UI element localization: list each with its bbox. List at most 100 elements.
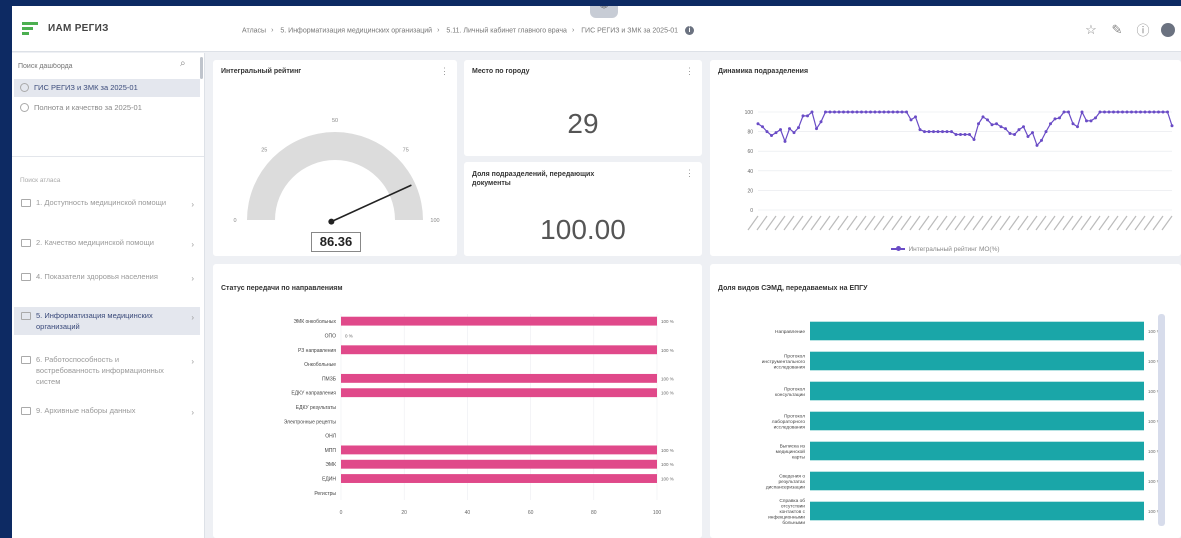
legend-marker-icon: [891, 246, 906, 252]
x-tick-label: [1071, 215, 1083, 231]
atlas-item[interactable]: 1. Доступность медицинской помощи ›: [14, 194, 200, 211]
chart-scrollbar[interactable]: [1158, 314, 1165, 526]
series-point: [869, 110, 872, 114]
more-menu-icon[interactable]: ⋮: [685, 168, 694, 179]
series-point: [986, 118, 989, 122]
atlas-item[interactable]: 9. Архивные наборы данных ›: [14, 402, 200, 419]
series-point: [878, 110, 881, 114]
x-tick-label: [1026, 215, 1038, 231]
series-point: [950, 130, 953, 134]
category-label: Справка об: [779, 498, 805, 504]
series-point: [1089, 119, 1093, 123]
y-tick-label: 60: [747, 149, 753, 155]
breadcrumb-item[interactable]: 5.11. Личный кабинет главного врача: [446, 27, 567, 34]
data-label: 100 %: [661, 477, 674, 482]
breadcrumb-item[interactable]: Атласы: [242, 27, 266, 34]
more-menu-icon[interactable]: ⋮: [685, 66, 694, 77]
series-point: [837, 110, 841, 114]
series-point: [1013, 133, 1016, 137]
share-units-card: Доля подразделений, передающих документы…: [464, 162, 702, 256]
series-point: [1040, 138, 1043, 142]
bar: [341, 373, 657, 383]
legend-label: Интегральный рейтинг МО(%): [908, 246, 1000, 253]
integral-rating-card: Интегральный рейтинг ⋮ 0 25 50 75 100 86.36: [213, 60, 457, 256]
x-tick-label: [855, 215, 867, 231]
search-icon[interactable]: ⌕: [180, 58, 186, 69]
category-label: контактов с: [779, 510, 805, 515]
folder-icon: [21, 239, 31, 247]
bar: [341, 316, 657, 326]
series-point: [824, 110, 827, 114]
pin-icon[interactable]: ✎: [1109, 22, 1125, 38]
favorite-star-icon[interactable]: ☆: [1083, 22, 1099, 38]
series-point: [1008, 132, 1012, 136]
series-point: [783, 139, 787, 143]
breadcrumb-separator-icon: ›: [437, 27, 440, 35]
header-actions: ☆ ✎ ⓘ: [1083, 20, 1175, 39]
series-point: [1085, 119, 1088, 123]
dashboard-item[interactable]: Полнота и качество за 2025-01: [14, 99, 200, 117]
series-point: [855, 110, 859, 114]
series-point: [1062, 110, 1066, 114]
bar: [341, 474, 657, 483]
atlas-item-label: 9. Архивные наборы данных: [36, 406, 136, 415]
atlas-item-label: 6. Работоспособность и востребованность …: [36, 355, 164, 386]
atlas-item[interactable]: 4. Показатели здоровья населения ›: [14, 268, 200, 285]
atlas-item-label: 1. Доступность медицинской помощи: [36, 198, 167, 207]
x-tick-label: [1143, 215, 1155, 231]
atlas-search-label[interactable]: Поиск атласа: [20, 177, 60, 184]
atlas-item[interactable]: 6. Работоспособность и востребованность …: [14, 351, 200, 390]
collapse-header-chevron-icon[interactable]: ︾: [590, 6, 618, 18]
bar: [810, 441, 1144, 461]
category-label: лабораторного: [772, 419, 806, 425]
gauge-tick-label: 100: [430, 218, 439, 224]
series-point: [945, 130, 949, 134]
series-point: [882, 110, 886, 114]
series-point: [851, 110, 854, 114]
x-tick-label: 100: [653, 510, 662, 516]
logo-icon[interactable]: [22, 22, 38, 36]
x-tick-label: [990, 215, 1002, 231]
help-icon[interactable]: ⓘ: [1135, 20, 1151, 39]
gauge-chart: 0 25 50 75 100: [233, 118, 440, 225]
series-point: [774, 131, 778, 135]
x-tick-label: 20: [401, 510, 407, 516]
info-icon[interactable]: i: [685, 26, 695, 35]
atlas-item[interactable]: 5. Информатизация медицинских организаци…: [14, 307, 200, 335]
atlas-item[interactable]: 2. Качество медицинской помощи ›: [14, 234, 200, 251]
dashboard-item[interactable]: ГИС РЕГИЗ и ЗМК за 2025-01: [14, 79, 200, 97]
y-tick-label: 40: [747, 169, 753, 175]
sidebar-scrollbar[interactable]: [200, 57, 203, 79]
series-point: [779, 128, 782, 132]
category-label: Направление: [775, 329, 805, 335]
series-point: [1139, 110, 1142, 114]
x-tick-label: [936, 215, 948, 231]
chart-legend[interactable]: Интегральный рейтинг МО(%): [710, 246, 1181, 253]
y-tick-label: 100: [745, 110, 754, 116]
app-title[interactable]: ИАМ РЕГИЗ: [48, 23, 109, 34]
status-bar-chart: 0 20 40 60 80 100 ЭМК онкобольных 100 % ОПО 0 % РЗ…: [284, 314, 674, 516]
series-point: [761, 125, 764, 129]
series-point: [1166, 110, 1169, 114]
series-point: [909, 118, 913, 122]
breadcrumb-item[interactable]: 5. Информатизация медицинских организаци…: [280, 27, 432, 34]
dashboard-search-input[interactable]: [18, 59, 196, 73]
atlas-item-label: 5. Информатизация медицинских организаци…: [36, 311, 153, 331]
series-point: [1107, 110, 1111, 114]
x-tick-label: [756, 215, 768, 231]
series-point: [923, 130, 926, 134]
avatar[interactable]: [1161, 22, 1175, 37]
x-tick-label: [1134, 215, 1146, 231]
series-point: [1143, 110, 1147, 114]
semd-card: Доля видов СЭМД, передаваемых на ЕПГУ На…: [710, 264, 1181, 538]
series-point: [1004, 127, 1007, 131]
x-tick-label: [1152, 215, 1164, 231]
series-point: [1121, 110, 1124, 114]
top-header: ИАМ РЕГИЗ Атласы › 5. Информатизация меди…: [12, 6, 1181, 52]
x-tick-label: [954, 215, 966, 231]
category-label: Сведения о: [779, 474, 805, 480]
x-tick-label: [792, 215, 804, 231]
chevron-right-icon: ›: [191, 357, 194, 366]
series-point: [1035, 143, 1039, 147]
category-label: ЭМК: [325, 462, 336, 468]
